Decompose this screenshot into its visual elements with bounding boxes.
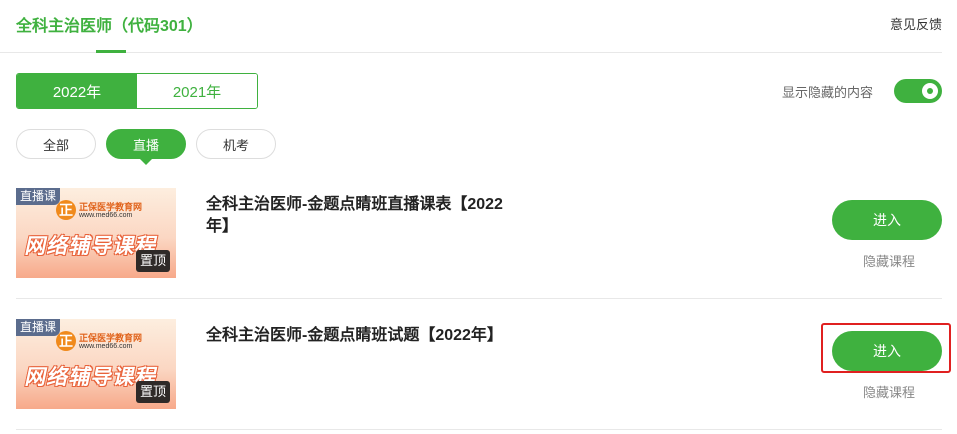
hide-course-link[interactable]: 隐藏课程 — [863, 382, 915, 401]
filter-all[interactable]: 全部 — [16, 129, 96, 159]
top-bar: 全科主治医师（代码301） 意见反馈 — [0, 0, 942, 53]
brand-url: www.med66.com — [79, 212, 133, 219]
brand-logo-icon: 正 — [56, 331, 76, 351]
hide-course-link[interactable]: 隐藏课程 — [863, 251, 915, 270]
pinned-badge: 置顶 — [135, 250, 170, 272]
show-hidden-label: 显示隐藏的内容 — [782, 85, 874, 100]
feedback-link[interactable]: 意见反馈 — [890, 14, 942, 33]
filter-live[interactable]: 直播 — [106, 129, 186, 165]
divider — [16, 429, 942, 430]
year-tab-2022[interactable]: 2022年 — [17, 74, 137, 108]
active-tab-underline — [96, 50, 126, 53]
year-tab-2021[interactable]: 2021年 — [137, 74, 257, 108]
course-title[interactable]: 全科主治医师-金题点睛班试题【2022年】 — [206, 325, 546, 347]
brand-logo-icon: 正 — [56, 200, 76, 220]
toggle-knob — [922, 83, 938, 99]
exam-title-tab[interactable]: 全科主治医师（代码301） — [16, 12, 203, 36]
course-thumbnail[interactable]: 直播课 正 正保医学教育网 www.med66.com 网络辅导课程 置顶 — [16, 188, 176, 278]
divider — [16, 298, 942, 299]
highlight-annotation — [821, 323, 951, 373]
pinned-badge: 置顶 — [135, 381, 170, 403]
course-item: 直播课 正 正保医学教育网 www.med66.com 网络辅导课程 置顶 全科… — [16, 319, 942, 411]
live-course-badge: 直播课 — [16, 188, 61, 205]
show-hidden-toggle[interactable] — [894, 79, 942, 103]
enter-course-button[interactable]: 进入 — [832, 200, 942, 240]
brand-url: www.med66.com — [79, 343, 133, 350]
course-item: 直播课 正 正保医学教育网 www.med66.com 网络辅导课程 置顶 全科… — [16, 188, 942, 280]
live-course-badge: 直播课 — [16, 319, 61, 336]
filter-computer-exam[interactable]: 机考 — [196, 129, 276, 159]
course-page: 全科主治医师（代码301） 意见反馈 2022年 2021年 显示隐藏的内容 全… — [0, 0, 957, 434]
year-tabs: 2022年 2021年 — [16, 73, 258, 109]
course-thumbnail[interactable]: 直播课 正 正保医学教育网 www.med66.com 网络辅导课程 置顶 — [16, 319, 176, 409]
course-title[interactable]: 全科主治医师-金题点睛班直播课表【2022年】 — [206, 194, 526, 238]
